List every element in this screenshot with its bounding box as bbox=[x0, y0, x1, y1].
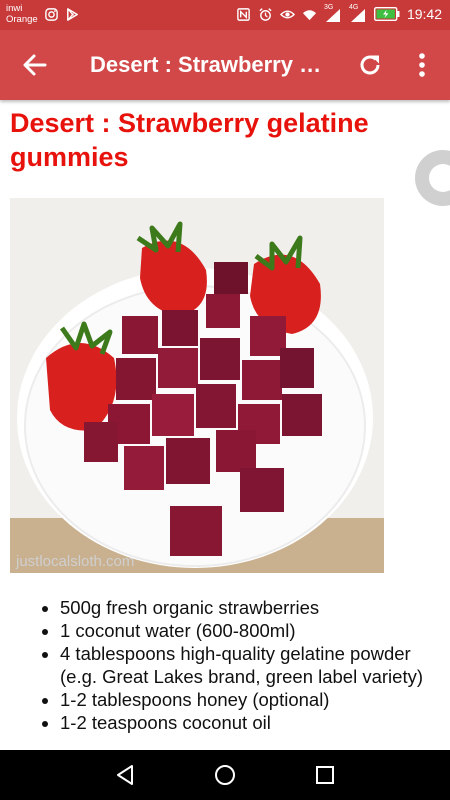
battery-charging-icon bbox=[373, 7, 400, 21]
list-item: 1-2 tablespoons honey (optional) bbox=[60, 688, 430, 711]
signal-icon-2 bbox=[350, 8, 365, 22]
carrier-label: inwi Orange bbox=[6, 3, 38, 25]
alarm-icon bbox=[259, 7, 272, 21]
toolbar-title: Desert : Strawberry gelatine gummies bbox=[90, 52, 330, 77]
list-item: 500g fresh organic strawberries bbox=[60, 596, 430, 619]
article-title: Desert : Strawberry gelatine gummies bbox=[10, 108, 369, 172]
carrier-line-2: Orange bbox=[6, 14, 38, 25]
article-content[interactable]: Desert : Strawberry gelatine gummies jus… bbox=[0, 100, 450, 750]
ingredients-list: 500g fresh organic strawberries 1 coconu… bbox=[0, 596, 430, 734]
image-watermark: justlocalsloth.com bbox=[15, 553, 134, 570]
pull-refresh-indicator bbox=[415, 150, 450, 206]
play-store-icon bbox=[67, 8, 78, 21]
home-circle-icon[interactable] bbox=[213, 763, 237, 787]
list-item: 1 coconut water (600-800ml) bbox=[60, 619, 430, 642]
back-triangle-icon[interactable] bbox=[113, 763, 137, 787]
list-item: 1-2 teaspoons coconut oil bbox=[60, 711, 430, 734]
nfc-icon bbox=[237, 7, 250, 21]
clock-time: 19:42 bbox=[406, 6, 442, 22]
signal-icon bbox=[325, 8, 340, 22]
list-item: 4 tablespoons high-quality gelatine powd… bbox=[60, 642, 430, 688]
system-nav-bar bbox=[0, 750, 450, 800]
app-toolbar: Desert : Strawberry gelatine gummies bbox=[0, 30, 450, 100]
eye-icon bbox=[279, 10, 295, 18]
status-bar: inwi Orange 3G 4G 19:42 bbox=[0, 0, 450, 30]
signal-3g: 3G bbox=[324, 4, 342, 22]
refresh-icon[interactable] bbox=[357, 52, 383, 78]
back-arrow-icon[interactable] bbox=[20, 50, 50, 80]
carrier-line-1: inwi bbox=[6, 3, 23, 14]
wifi-icon bbox=[302, 9, 317, 20]
more-vert-icon[interactable] bbox=[412, 50, 432, 80]
recents-square-icon[interactable] bbox=[313, 763, 337, 787]
signal-4g: 4G bbox=[349, 4, 367, 22]
instagram-icon bbox=[45, 8, 58, 21]
recipe-photo: justlocalsloth.com bbox=[10, 198, 384, 573]
